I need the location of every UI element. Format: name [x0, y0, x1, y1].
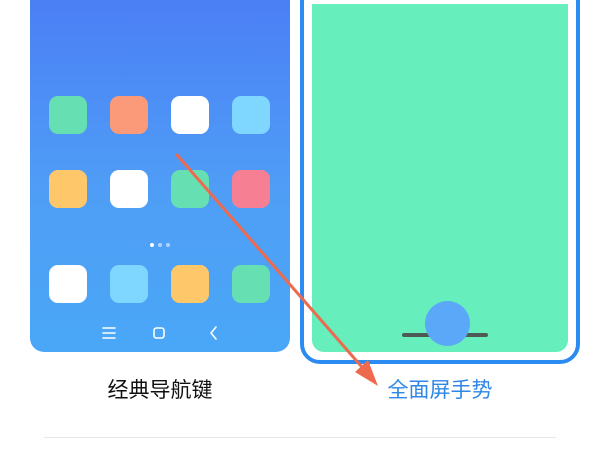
menu-icon: [96, 320, 122, 346]
navigation-bar: [30, 320, 290, 346]
app-icon: [232, 265, 270, 303]
app-icon: [171, 170, 209, 208]
app-icon: [232, 96, 270, 134]
app-icon: [49, 96, 87, 134]
app-icon: [110, 170, 148, 208]
page-dot: [166, 243, 170, 247]
page-dot: [158, 243, 162, 247]
touch-indicator: [425, 301, 470, 346]
app-icon: [110, 265, 148, 303]
app-icon: [49, 265, 87, 303]
classic-navigation-label[interactable]: 经典导航键: [30, 372, 290, 408]
page-indicator: [30, 232, 290, 247]
app-icon: [110, 96, 148, 134]
home-icon: [146, 320, 172, 346]
gesture-navigation-label[interactable]: 全面屏手势: [300, 372, 580, 408]
app-icon: [171, 96, 209, 134]
app-icon: [49, 170, 87, 208]
app-icon: [171, 265, 209, 303]
divider: [44, 437, 556, 438]
gesture-navigation-preview[interactable]: [300, 0, 580, 364]
gesture-screen: [312, 4, 568, 352]
back-icon: [201, 320, 227, 346]
app-icon: [232, 170, 270, 208]
page-dot: [150, 243, 154, 247]
classic-navigation-preview[interactable]: [30, 0, 290, 352]
